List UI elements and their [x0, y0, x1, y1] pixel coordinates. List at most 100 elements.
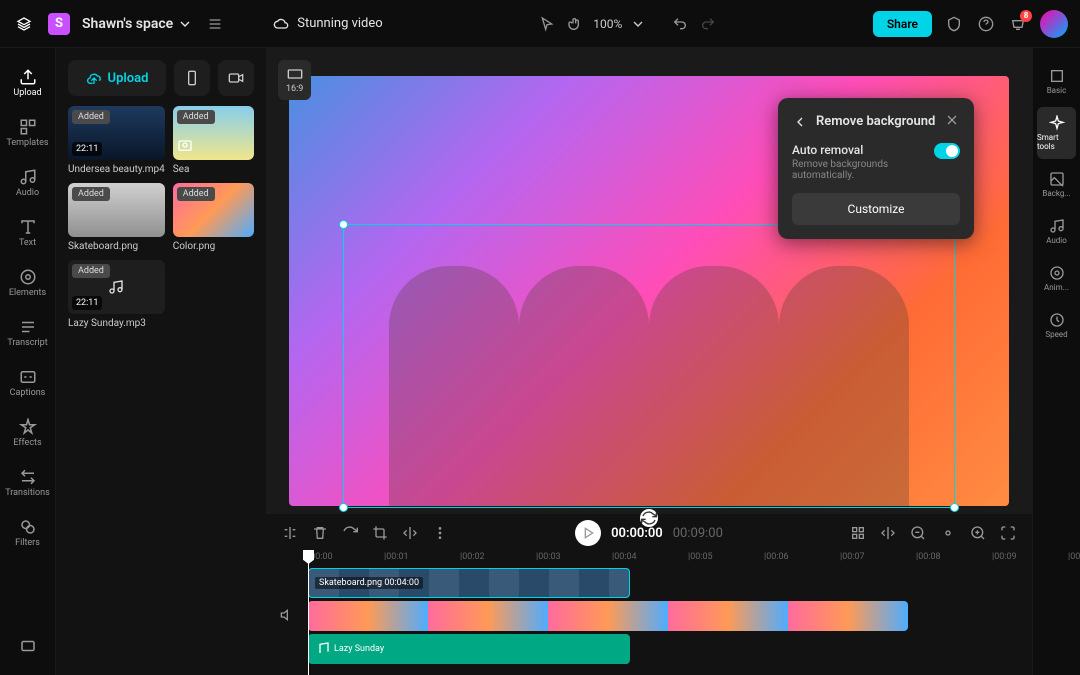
play-button[interactable]: [575, 520, 601, 546]
share-button[interactable]: Share: [873, 11, 932, 37]
image-track[interactable]: [308, 601, 1032, 631]
notifications-icon[interactable]: 8: [1008, 14, 1028, 34]
camera-button[interactable]: [218, 60, 254, 96]
rotate-handle[interactable]: [640, 509, 658, 527]
list-icon[interactable]: [205, 14, 225, 34]
sidebar-item-effects[interactable]: Effects: [0, 410, 55, 456]
cursor-icon[interactable]: [537, 14, 557, 34]
auto-removal-toggle[interactable]: [934, 143, 960, 159]
sidebar-item-templates[interactable]: Templates: [0, 110, 55, 156]
resize-handle-bl[interactable]: [339, 503, 348, 512]
sidebar-item-filters[interactable]: Filters: [0, 510, 55, 556]
sidebar-label: Filters: [15, 538, 40, 548]
media-item[interactable]: AddedColor.png: [173, 183, 254, 252]
media-thumbnail[interactable]: Added: [173, 183, 254, 237]
mirror-icon[interactable]: [402, 525, 418, 541]
align-icon[interactable]: [880, 525, 896, 541]
sidebar-item-transitions[interactable]: Transitions: [0, 460, 55, 506]
selection-box[interactable]: [343, 224, 955, 508]
upload-button[interactable]: Upload: [68, 60, 166, 96]
redo-icon[interactable]: [698, 14, 718, 34]
workspace-badge[interactable]: S: [48, 13, 70, 35]
zoom-slider[interactable]: [940, 525, 956, 541]
sidebar-label: Effects: [13, 438, 41, 448]
resize-handle-tl[interactable]: [339, 220, 348, 229]
aspect-ratio-button[interactable]: 16:9: [278, 60, 311, 100]
ruler-tick: |00:09: [992, 552, 1017, 562]
sidebar-item-captions[interactable]: Captions: [0, 360, 55, 406]
audio-track[interactable]: Lazy Sunday: [308, 634, 1032, 664]
video-track[interactable]: Skateboard.png 00:04:00: [308, 568, 1032, 598]
playhead[interactable]: [308, 552, 309, 675]
sidebar-item-audio[interactable]: Audio: [0, 160, 55, 206]
camera-icon: [177, 137, 193, 156]
ruler-tick: |00:01: [384, 552, 409, 562]
more-icon[interactable]: [432, 525, 448, 541]
project-name-label: Stunning video: [297, 16, 382, 31]
added-badge: Added: [177, 110, 215, 124]
sidebar-label: Templates: [6, 138, 48, 148]
fit-icon[interactable]: [1000, 525, 1016, 541]
ruler-tick: |00:03: [536, 552, 561, 562]
rightnav-basic[interactable]: Basic: [1033, 60, 1080, 103]
chevron-left-icon[interactable]: [792, 114, 808, 130]
clip-image[interactable]: [308, 601, 908, 631]
rightnav-label: Audio: [1046, 236, 1067, 245]
rightnav-label: Speed: [1045, 330, 1067, 339]
timeline-ruler[interactable]: |00:00|00:01|00:02|00:03|00:04|00:05|00:…: [308, 552, 1032, 568]
mute-icon[interactable]: [280, 607, 296, 626]
avatar[interactable]: [1040, 10, 1068, 38]
workspace-dropdown[interactable]: Shawn's space: [82, 16, 193, 32]
sidebar-item-text[interactable]: Text: [0, 210, 55, 256]
ruler-tick: |00:02: [460, 552, 485, 562]
media-thumbnail[interactable]: Added22:11: [68, 260, 165, 314]
rightnav-speed[interactable]: Speed: [1033, 304, 1080, 347]
project-name[interactable]: Stunning video: [273, 16, 382, 32]
delete-icon[interactable]: [312, 525, 328, 541]
app-logo-icon[interactable]: [12, 12, 36, 36]
popup-title: Remove background: [816, 114, 936, 129]
music-note-icon: [108, 279, 124, 295]
rightnav-audio[interactable]: Audio: [1033, 210, 1080, 253]
sidebar-item-upload[interactable]: Upload: [0, 60, 55, 106]
rightnav-smart-tools[interactable]: Smart tools: [1037, 107, 1076, 159]
resize-handle-br[interactable]: [950, 503, 959, 512]
media-item[interactable]: Added22:11Undersea beauty.mp4: [68, 106, 165, 175]
rightnav-animation[interactable]: Anim...: [1033, 257, 1080, 300]
shield-icon[interactable]: [944, 14, 964, 34]
workspace-name-label: Shawn's space: [82, 16, 173, 32]
media-label: Skateboard.png: [68, 241, 165, 252]
sidebar-item-settings[interactable]: [0, 629, 55, 663]
clip-audio[interactable]: Lazy Sunday: [308, 634, 630, 664]
close-icon[interactable]: [944, 112, 960, 131]
media-thumbnail[interactable]: Added: [68, 183, 165, 237]
media-item[interactable]: Added22:11Lazy Sunday.mp3: [68, 260, 165, 329]
rotate-icon[interactable]: [342, 525, 358, 541]
hand-icon[interactable]: [565, 14, 585, 34]
clip-skateboard[interactable]: Skateboard.png 00:04:00: [308, 568, 630, 598]
undo-icon[interactable]: [670, 14, 690, 34]
magnet-icon[interactable]: [850, 525, 866, 541]
phone-button[interactable]: [174, 60, 210, 96]
zoom-level[interactable]: 100%: [593, 17, 622, 31]
sidebar-item-elements[interactable]: Elements: [0, 260, 55, 306]
split-icon[interactable]: [282, 525, 298, 541]
sidebar-label: Text: [19, 238, 36, 248]
crop-icon[interactable]: [372, 525, 388, 541]
camera-icon: [228, 70, 244, 86]
zoom-out-icon[interactable]: [910, 525, 926, 541]
media-item[interactable]: AddedSea: [173, 106, 254, 175]
sidebar-item-transcript[interactable]: Transcript: [0, 310, 55, 356]
chevron-down-icon[interactable]: [630, 16, 646, 32]
media-thumbnail[interactable]: Added22:11: [68, 106, 165, 160]
customize-button[interactable]: Customize: [792, 193, 960, 225]
media-panel: Upload Added22:11Undersea beauty.mp4Adde…: [56, 48, 266, 675]
help-icon[interactable]: [976, 14, 996, 34]
media-thumbnail[interactable]: Added: [173, 106, 254, 160]
sidebar-label: Audio: [16, 188, 39, 198]
zoom-in-icon[interactable]: [970, 525, 986, 541]
ratio-label: 16:9: [286, 84, 303, 94]
cloud-upload-icon: [86, 70, 102, 86]
media-item[interactable]: Added Skateboard.png: [68, 183, 165, 252]
rightnav-background[interactable]: Backg...: [1033, 163, 1080, 206]
